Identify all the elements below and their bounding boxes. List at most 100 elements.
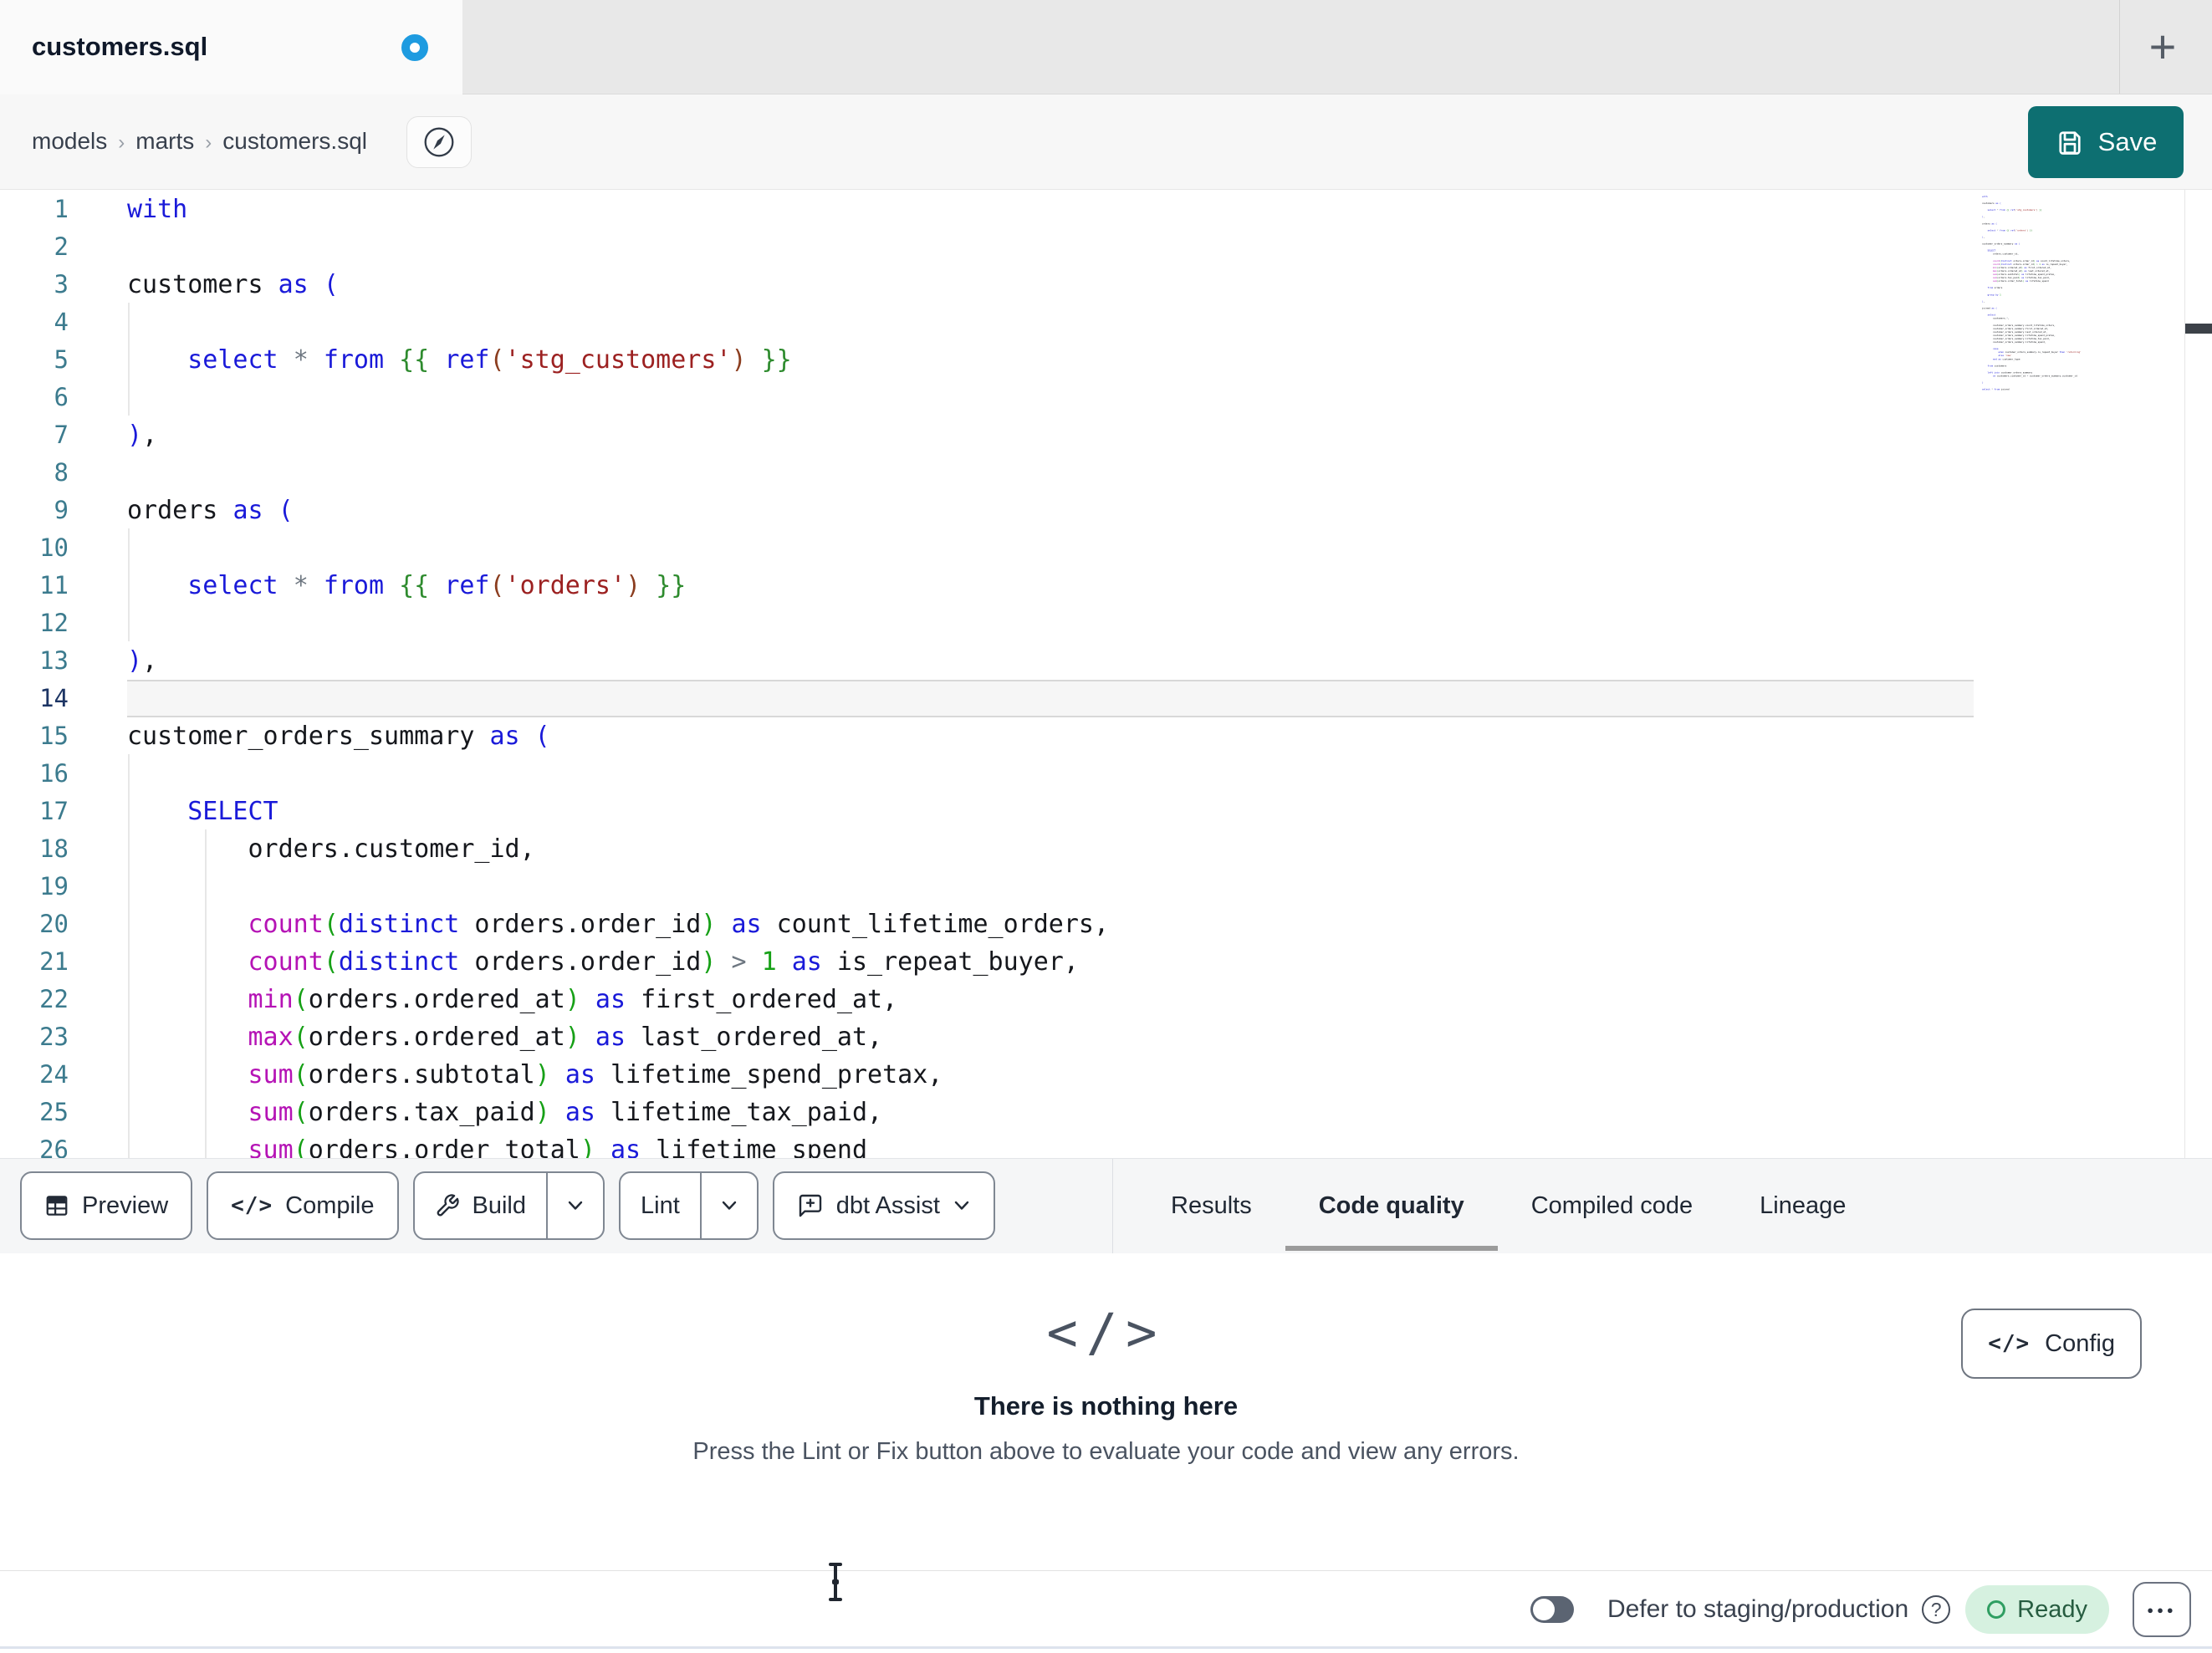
code-lines[interactable]: with customers as ( select * from {{ ref(… [127,191,1974,1158]
code-line: orders as ( [127,496,294,525]
dbt-assist-button-label: dbt Assist [835,1191,940,1219]
config-button[interactable]: </> Config [1961,1309,2142,1379]
minimap[interactable]: with customers as ( select * from {{ ref(… [1982,195,2183,1148]
line-number: 9 [54,496,69,524]
compile-button[interactable]: </> Compile [207,1171,399,1240]
lint-button[interactable]: Lint [621,1173,700,1238]
help-icon[interactable]: ? [1922,1595,1951,1624]
chevron-down-icon [566,1200,585,1212]
tab-code-quality[interactable]: Code quality [1285,1159,1498,1253]
line-number: 1 [54,195,69,223]
ellipsis-icon: ●●● [2147,1603,2177,1616]
line-number: 3 [54,270,69,298]
save-icon [2055,127,2085,157]
code-line [127,680,1974,717]
breadcrumb-separator: › [205,131,212,154]
line-number: 7 [54,421,69,449]
breadcrumb-item-models[interactable]: models [32,128,107,154]
code-line: sum(orders.subtotal) as lifetime_spend_p… [248,1060,943,1089]
line-number: 24 [39,1060,69,1089]
new-tab-button[interactable]: + [2129,0,2196,94]
code-line: max(orders.ordered_at) as last_ordered_a… [248,1023,883,1052]
code-line: count(distinct orders.order_id) as count… [248,910,1110,939]
code-line: ), [127,646,158,676]
ready-status-label: Ready [2017,1595,2087,1623]
line-number: 6 [54,383,69,411]
code-line: with [127,195,188,224]
toggle-knob [1532,1599,1555,1620]
line-number: 22 [39,985,69,1013]
dbt-assist-button[interactable]: dbt Assist [772,1171,995,1240]
line-number: 2 [54,232,69,261]
tab-results[interactable]: Results [1137,1159,1285,1253]
line-number: 26 [39,1135,69,1158]
line-number: 10 [39,533,69,562]
empty-state: </> There is nothing here Press the Lint… [692,1302,1519,1466]
build-dropdown-button[interactable] [546,1173,603,1238]
assist-chat-icon [797,1192,824,1219]
panel-tabs: Results Code quality Compiled code Linea… [1137,1159,1879,1253]
line-number: 23 [39,1023,69,1051]
line-number: 4 [54,308,69,336]
lint-button-label: Lint [641,1191,680,1219]
empty-state-title: There is nothing here [973,1391,1239,1421]
code-line: select * from {{ ref('orders') }} [187,571,687,600]
tab-lineage[interactable]: Lineage [1726,1159,1879,1253]
code-line: sum(orders.tax_paid) as lifetime_tax_pai… [248,1098,883,1127]
tab-compiled-code[interactable]: Compiled code [1498,1159,1726,1253]
lint-dropdown-button[interactable] [699,1173,757,1238]
code-line: customer_orders_summary as ( [127,722,550,751]
line-number: 8 [54,458,69,487]
line-number: 16 [39,759,69,788]
line-number: 25 [39,1098,69,1126]
line-number: 15 [39,722,69,750]
ready-status-badge[interactable]: Ready [1965,1585,2109,1634]
code-line: customers as ( [127,270,339,299]
breadcrumb-item-marts[interactable]: marts [135,128,194,154]
scrollbar-track [2184,190,2185,1158]
overflow-menu-button[interactable]: ●●● [2133,1582,2191,1637]
line-number: 18 [39,834,69,863]
action-toolbar: Preview </> Compile Build Lint dbt Assis… [0,1158,2212,1254]
line-number: 11 [39,571,69,599]
defer-label: Defer to staging/production [1607,1595,1909,1623]
line-number: 21 [39,947,69,976]
tab-bar-divider [2119,0,2120,94]
save-button-label: Save [2097,127,2158,156]
code-line: sum(orders.order_total) as lifetime_spen… [248,1135,868,1158]
line-number: 13 [39,646,69,675]
code-icon: </> [231,1193,273,1218]
save-button[interactable]: Save [2028,106,2184,178]
code-line: ), [127,421,158,450]
defer-toggle[interactable] [1530,1596,1574,1623]
code-line: select * from joined [1982,388,2010,391]
minimap-content: with customers as ( select * from {{ ref(… [1982,195,2178,391]
preview-button[interactable]: Preview [20,1171,193,1240]
code-editor[interactable]: 1 2 3 4 5 6 7 8 9 10 11 12 13 14 15 16 17 18 19 20 21 22 23 24 2… [0,190,2212,1158]
line-number: 20 [39,910,69,938]
scrollbar-thumb[interactable] [2185,324,2212,334]
line-number-gutter[interactable]: 1 2 3 4 5 6 7 8 9 10 11 12 13 14 15 16 17 18 19 20 21 22 23 24 2… [0,191,69,1158]
build-split-button: Build [412,1171,605,1240]
code-line: orders.customer_id, [127,834,535,864]
build-button[interactable]: Build [415,1173,547,1238]
empty-state-subtitle: Press the Lint or Fix button above to ev… [692,1438,1520,1465]
preview-button-label: Preview [82,1191,169,1219]
chevron-down-icon [953,1200,971,1212]
file-tab-title: customers.sql [32,32,208,61]
code-line: min(orders.ordered_at) as first_ordered_… [248,985,898,1014]
indent-guide [128,528,130,641]
code-line: count(distinct orders.order_id) > 1 as i… [248,947,1079,977]
explore-lineage-button[interactable] [406,116,472,168]
line-number: 5 [54,345,69,374]
code-line: SELECT [187,797,278,826]
lint-split-button: Lint [619,1171,759,1240]
toolbar-buttons: Preview </> Compile Build Lint dbt Assis… [20,1171,995,1240]
file-tab[interactable]: customers.sql [0,0,462,94]
